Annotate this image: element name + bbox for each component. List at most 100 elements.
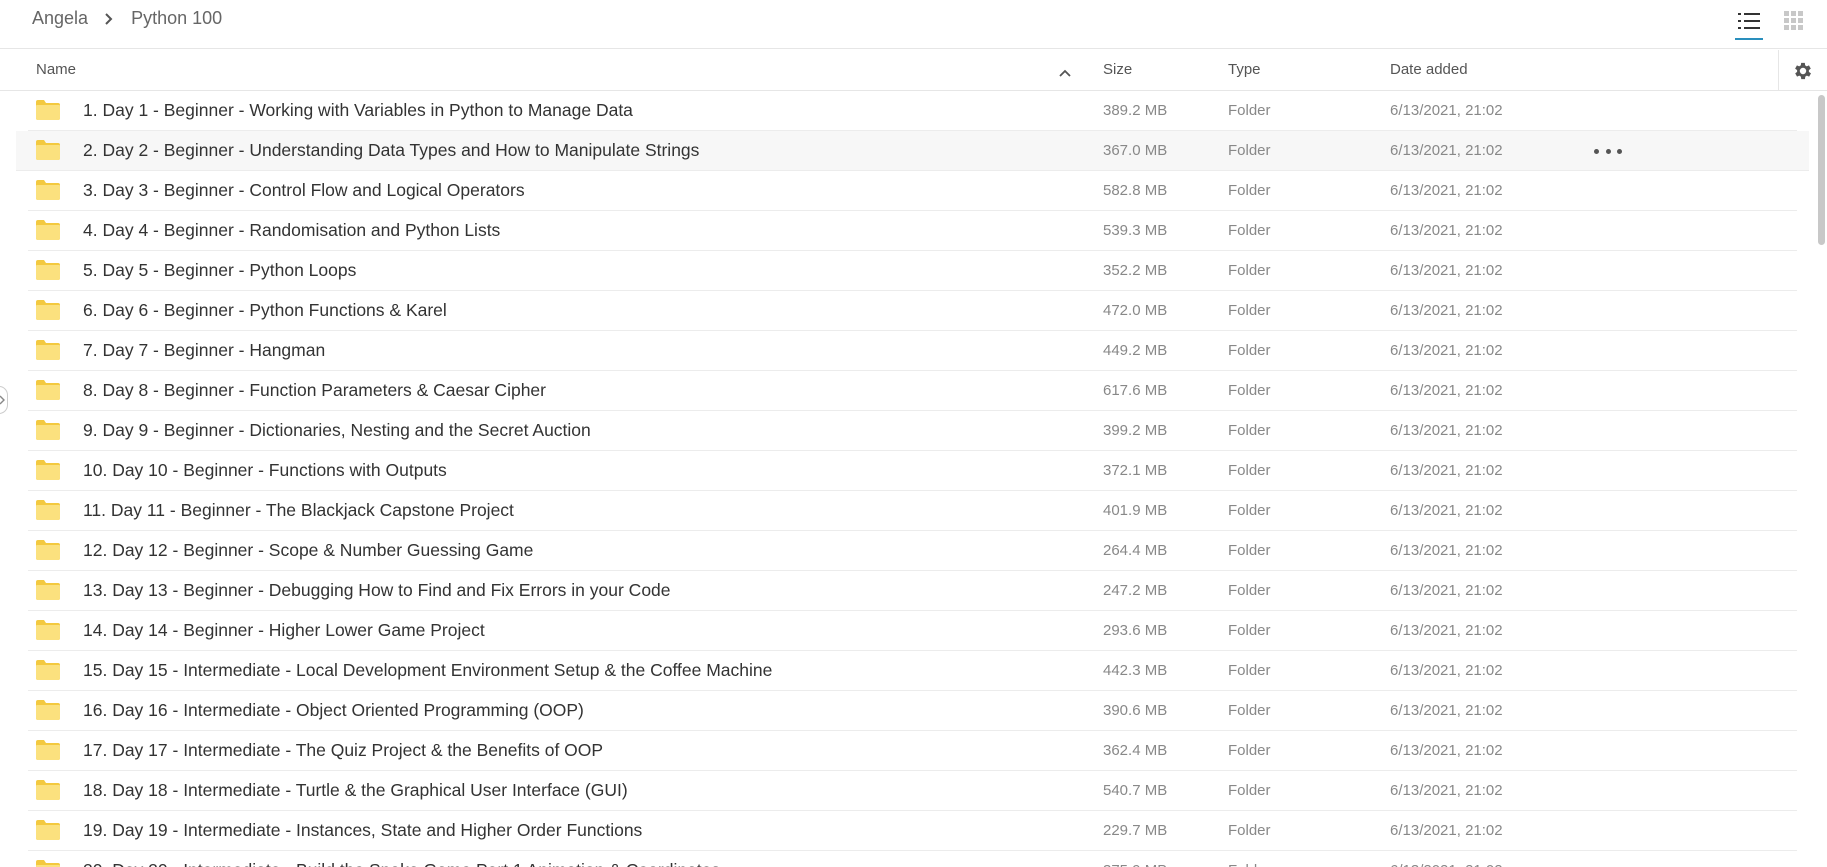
vertical-scrollbar[interactable] bbox=[1816, 91, 1827, 867]
file-name[interactable]: 4. Day 4 - Beginner - Randomisation and … bbox=[83, 220, 500, 241]
file-name[interactable]: 9. Day 9 - Beginner - Dictionaries, Nest… bbox=[83, 420, 591, 441]
file-size: 582.8 MB bbox=[1103, 182, 1168, 199]
table-row[interactable]: 15. Day 15 - Intermediate - Local Develo… bbox=[28, 651, 1797, 691]
file-size: 539.3 MB bbox=[1103, 222, 1168, 239]
file-name[interactable]: 11. Day 11 - Beginner - The Blackjack Ca… bbox=[83, 500, 514, 521]
file-size: 362.4 MB bbox=[1103, 742, 1168, 759]
file-name[interactable]: 14. Day 14 - Beginner - Higher Lower Gam… bbox=[83, 620, 485, 641]
file-name[interactable]: 1. Day 1 - Beginner - Working with Varia… bbox=[83, 100, 633, 121]
file-date: 6/13/2021, 21:02 bbox=[1390, 662, 1503, 679]
folder-icon bbox=[36, 420, 60, 445]
file-list: 1. Day 1 - Beginner - Working with Varia… bbox=[0, 91, 1816, 867]
table-row[interactable]: 13. Day 13 - Beginner - Debugging How to… bbox=[28, 571, 1797, 611]
table-row[interactable]: 14. Day 14 - Beginner - Higher Lower Gam… bbox=[28, 611, 1797, 651]
breadcrumb-item-angela[interactable]: Angela bbox=[32, 8, 88, 29]
folder-icon bbox=[36, 140, 60, 165]
folder-icon bbox=[36, 100, 60, 125]
file-type: Folder bbox=[1228, 542, 1271, 559]
file-name[interactable]: 15. Day 15 - Intermediate - Local Develo… bbox=[83, 660, 772, 681]
file-date: 6/13/2021, 21:02 bbox=[1390, 622, 1503, 639]
file-type: Folder bbox=[1228, 582, 1271, 599]
table-row[interactable]: 17. Day 17 - Intermediate - The Quiz Pro… bbox=[28, 731, 1797, 771]
file-type: Folder bbox=[1228, 702, 1271, 719]
folder-icon bbox=[36, 660, 60, 685]
file-type: Folder bbox=[1228, 622, 1271, 639]
file-type: Folder bbox=[1228, 142, 1271, 159]
file-date: 6/13/2021, 21:02 bbox=[1390, 262, 1503, 279]
gear-icon[interactable] bbox=[1778, 50, 1827, 91]
file-type: Folder bbox=[1228, 422, 1271, 439]
grid-view-icon[interactable] bbox=[1779, 6, 1809, 36]
folder-icon bbox=[36, 180, 60, 205]
file-size: 293.6 MB bbox=[1103, 622, 1168, 639]
table-row[interactable]: 9. Day 9 - Beginner - Dictionaries, Nest… bbox=[28, 411, 1797, 451]
file-type: Folder bbox=[1228, 822, 1271, 839]
file-date: 6/13/2021, 21:02 bbox=[1390, 462, 1503, 479]
file-size: 401.9 MB bbox=[1103, 502, 1168, 519]
breadcrumb-item-current[interactable]: Python 100 bbox=[131, 8, 222, 29]
column-header-type[interactable]: Type bbox=[1228, 61, 1261, 78]
table-row[interactable]: 18. Day 18 - Intermediate - Turtle & the… bbox=[28, 771, 1797, 811]
file-name[interactable]: 10. Day 10 - Beginner - Functions with O… bbox=[83, 460, 447, 481]
folder-icon bbox=[36, 220, 60, 245]
folder-icon bbox=[36, 260, 60, 285]
file-size: 540.7 MB bbox=[1103, 782, 1168, 799]
file-date: 6/13/2021, 21:02 bbox=[1390, 102, 1503, 119]
file-name[interactable]: 7. Day 7 - Beginner - Hangman bbox=[83, 340, 325, 361]
list-view-icon[interactable] bbox=[1734, 6, 1764, 40]
file-name[interactable]: 12. Day 12 - Beginner - Scope & Number G… bbox=[83, 540, 533, 561]
folder-icon bbox=[36, 500, 60, 525]
file-name[interactable]: 17. Day 17 - Intermediate - The Quiz Pro… bbox=[83, 740, 603, 761]
file-size: 264.4 MB bbox=[1103, 542, 1168, 559]
file-type: Folder bbox=[1228, 502, 1271, 519]
sort-ascending-icon[interactable] bbox=[1059, 64, 1071, 81]
file-type: Folder bbox=[1228, 462, 1271, 479]
table-row[interactable]: 1. Day 1 - Beginner - Working with Varia… bbox=[28, 91, 1797, 131]
column-header-date[interactable]: Date added bbox=[1390, 61, 1468, 78]
table-row[interactable]: 7. Day 7 - Beginner - Hangman 449.2 MB Fol… bbox=[28, 331, 1797, 371]
file-date: 6/13/2021, 21:02 bbox=[1390, 582, 1503, 599]
folder-icon bbox=[36, 860, 60, 867]
file-size: 617.6 MB bbox=[1103, 382, 1168, 399]
column-header-name[interactable]: Name bbox=[36, 61, 76, 78]
table-row[interactable]: 10. Day 10 - Beginner - Functions with O… bbox=[28, 451, 1797, 491]
table-row[interactable]: 5. Day 5 - Beginner - Python Loops 352.2 … bbox=[28, 251, 1797, 291]
file-size: 372.1 MB bbox=[1103, 462, 1168, 479]
file-size: 449.2 MB bbox=[1103, 342, 1168, 359]
file-date: 6/13/2021, 21:02 bbox=[1390, 702, 1503, 719]
table-row[interactable]: 16. Day 16 - Intermediate - Object Orien… bbox=[28, 691, 1797, 731]
file-name[interactable]: 16. Day 16 - Intermediate - Object Orien… bbox=[83, 700, 584, 721]
file-name[interactable]: 6. Day 6 - Beginner - Python Functions &… bbox=[83, 300, 447, 321]
file-type: Folder bbox=[1228, 662, 1271, 679]
file-date: 6/13/2021, 21:02 bbox=[1390, 182, 1503, 199]
table-row[interactable]: 3. Day 3 - Beginner - Control Flow and L… bbox=[28, 171, 1797, 211]
table-row[interactable]: 8. Day 8 - Beginner - Function Parameter… bbox=[28, 371, 1797, 411]
more-options-icon[interactable] bbox=[1594, 143, 1622, 159]
file-name[interactable]: 20. Day 20 - Intermediate - Build the Sn… bbox=[83, 860, 720, 867]
file-date: 6/13/2021, 21:02 bbox=[1390, 142, 1503, 159]
folder-icon bbox=[36, 460, 60, 485]
file-date: 6/13/2021, 21:02 bbox=[1390, 422, 1503, 439]
table-row[interactable]: 19. Day 19 - Intermediate - Instances, S… bbox=[28, 811, 1797, 851]
file-name[interactable]: 18. Day 18 - Intermediate - Turtle & the… bbox=[83, 780, 628, 801]
file-date: 6/13/2021, 21:02 bbox=[1390, 382, 1503, 399]
file-date: 6/13/2021, 21:02 bbox=[1390, 342, 1503, 359]
file-name[interactable]: 3. Day 3 - Beginner - Control Flow and L… bbox=[83, 180, 525, 201]
table-row[interactable]: 20. Day 20 - Intermediate - Build the Sn… bbox=[28, 851, 1797, 867]
active-view-indicator bbox=[1735, 38, 1763, 40]
file-size: 472.0 MB bbox=[1103, 302, 1168, 319]
table-row[interactable]: 12. Day 12 - Beginner - Scope & Number G… bbox=[28, 531, 1797, 571]
file-name[interactable]: 2. Day 2 - Beginner - Understanding Data… bbox=[83, 140, 699, 161]
file-name[interactable]: 8. Day 8 - Beginner - Function Parameter… bbox=[83, 380, 546, 401]
table-row[interactable]: 4. Day 4 - Beginner - Randomisation and … bbox=[28, 211, 1797, 251]
file-name[interactable]: 5. Day 5 - Beginner - Python Loops bbox=[83, 260, 356, 281]
file-date: 6/13/2021, 21:02 bbox=[1390, 222, 1503, 239]
table-row[interactable]: 2. Day 2 - Beginner - Understanding Data… bbox=[16, 131, 1809, 171]
table-row[interactable]: 11. Day 11 - Beginner - The Blackjack Ca… bbox=[28, 491, 1797, 531]
column-header-size[interactable]: Size bbox=[1103, 61, 1132, 78]
scrollbar-thumb[interactable] bbox=[1818, 95, 1825, 245]
folder-icon bbox=[36, 580, 60, 605]
table-row[interactable]: 6. Day 6 - Beginner - Python Functions &… bbox=[28, 291, 1797, 331]
file-name[interactable]: 13. Day 13 - Beginner - Debugging How to… bbox=[83, 580, 671, 601]
file-name[interactable]: 19. Day 19 - Intermediate - Instances, S… bbox=[83, 820, 642, 841]
